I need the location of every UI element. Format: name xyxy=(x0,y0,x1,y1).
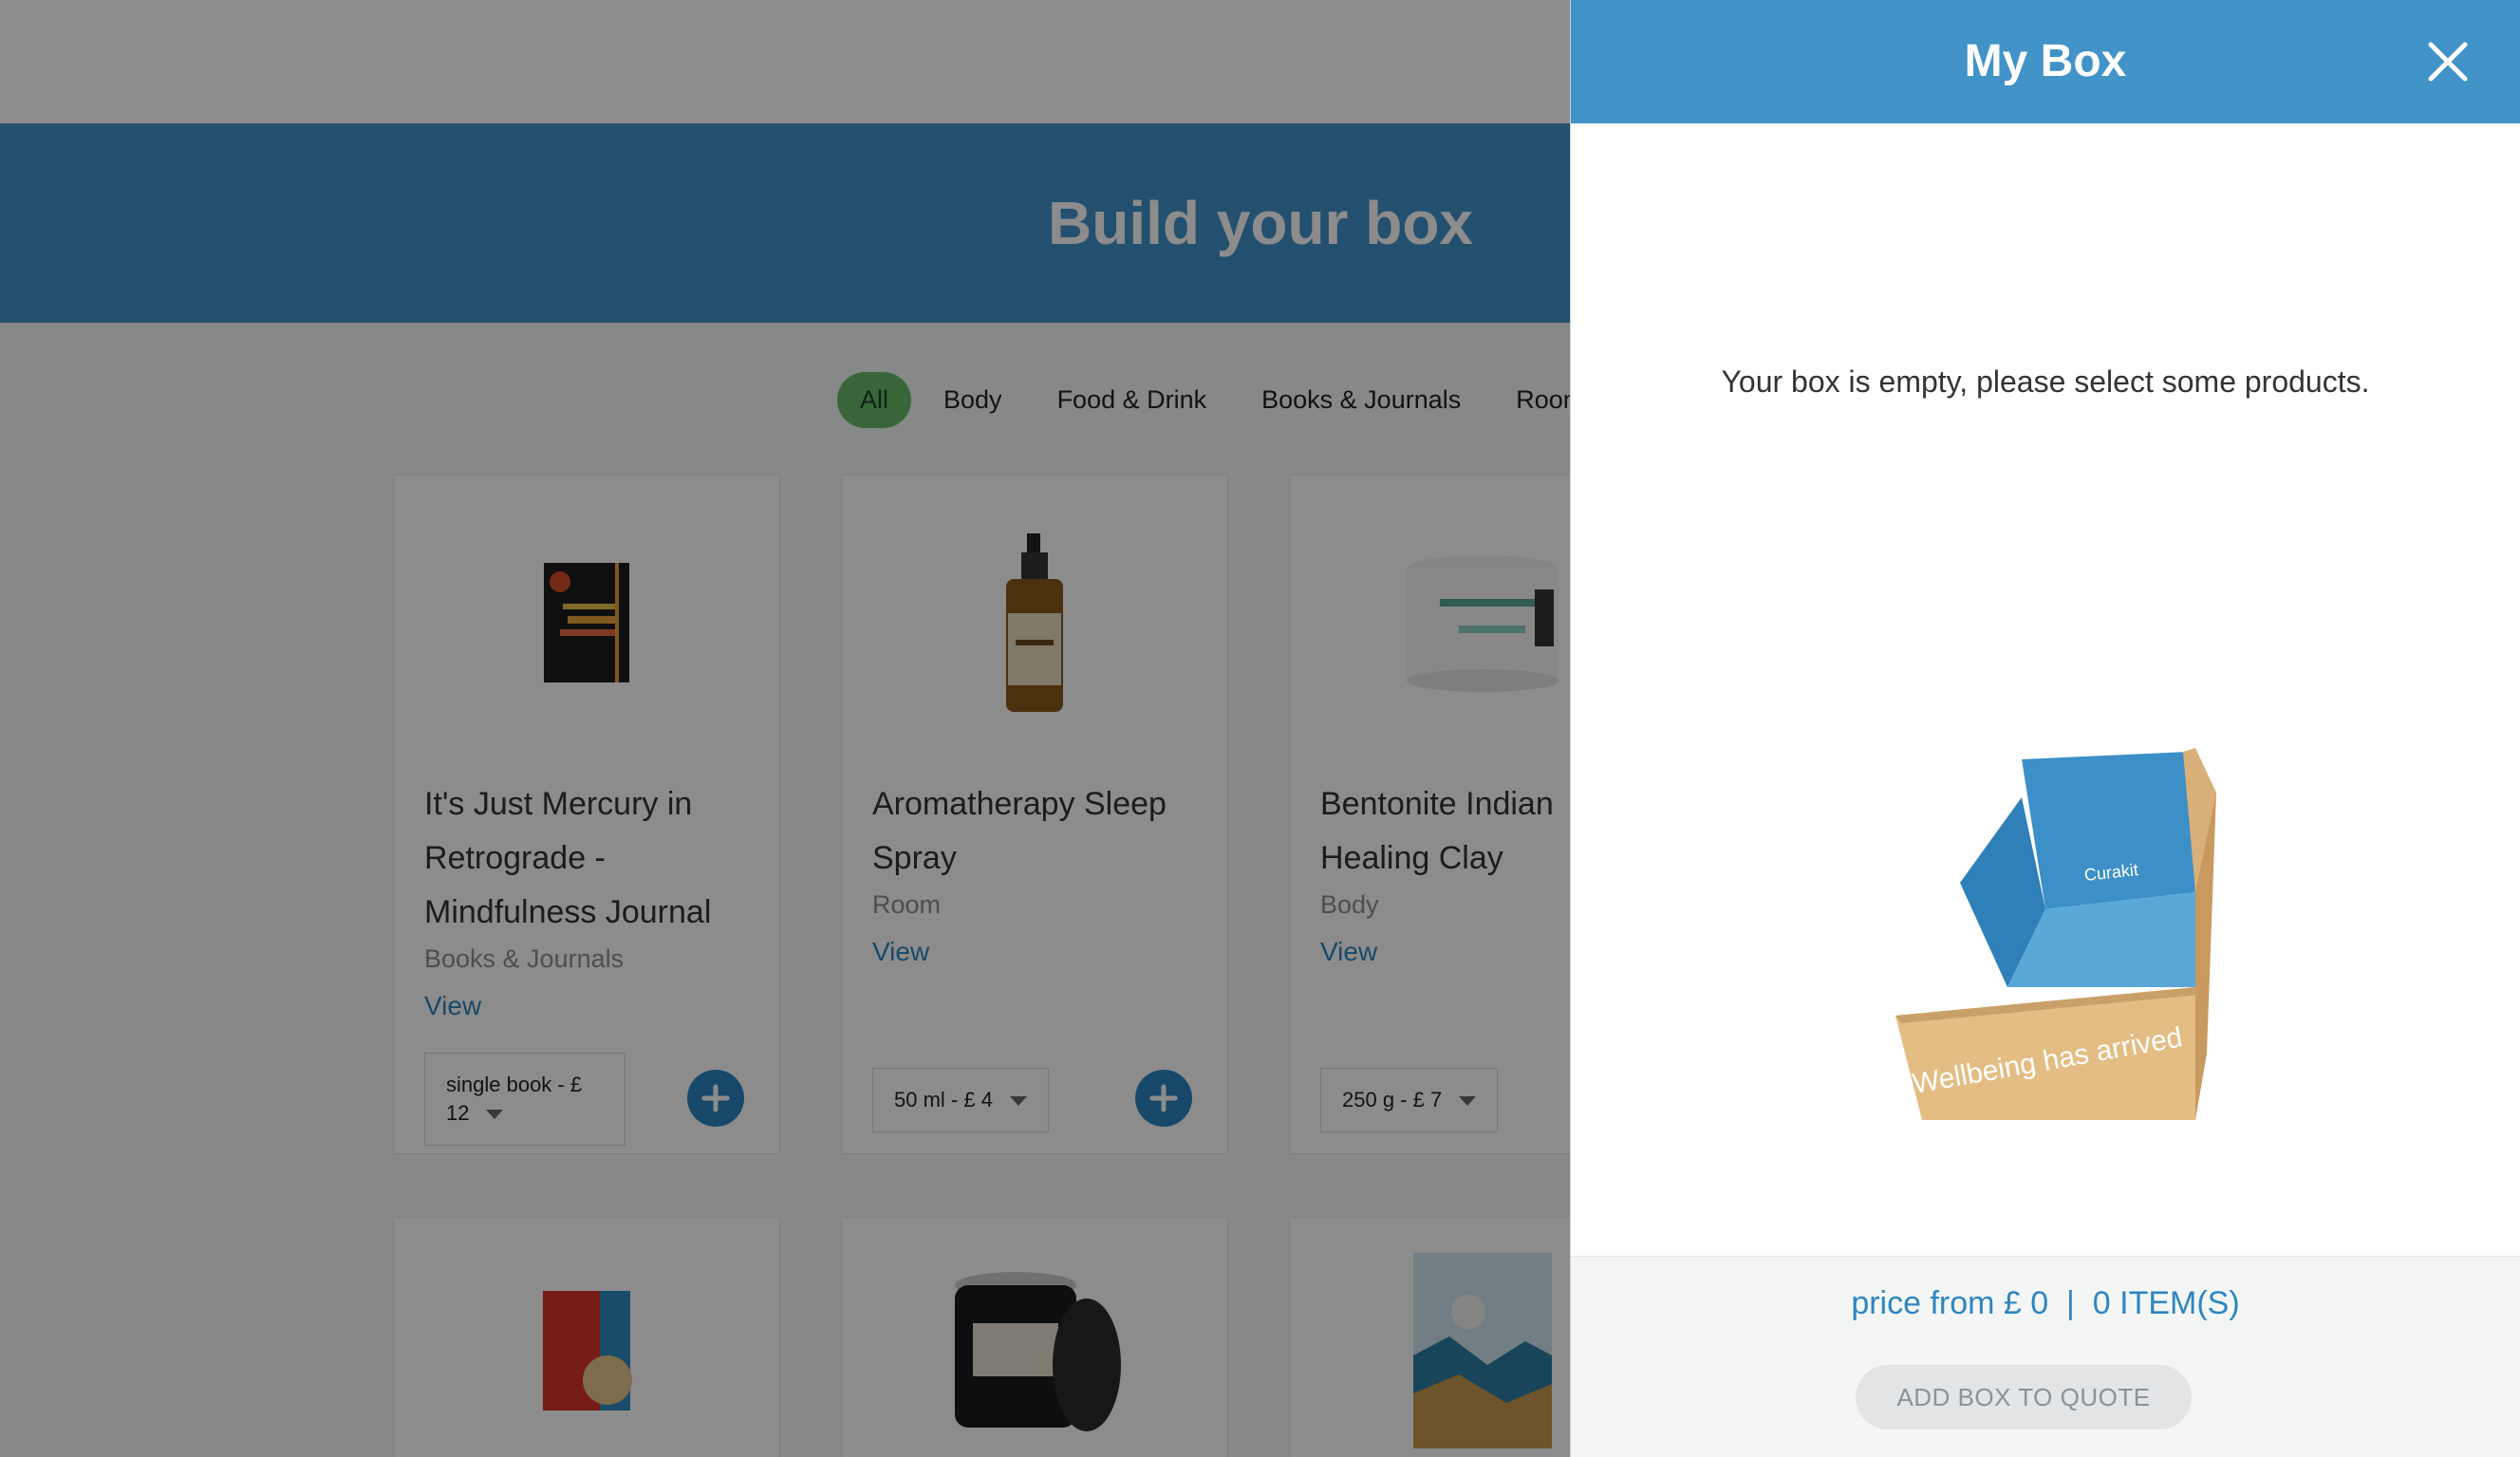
modal-backdrop[interactable] xyxy=(0,0,1570,1457)
my-box-drawer: My Box Your box is empty, please select … xyxy=(1570,0,2520,1457)
add-box-to-quote-button[interactable]: ADD BOX TO QUOTE xyxy=(1856,1365,2192,1429)
box-summary: price from £ 0 | 0 ITEM(S) xyxy=(1851,1285,2240,1321)
drawer-footer: price from £ 0 | 0 ITEM(S) ADD BOX TO QU… xyxy=(1571,1256,2520,1457)
empty-box-message: Your box is empty, please select some pr… xyxy=(1721,364,2370,399)
close-icon xyxy=(2428,42,2468,82)
open-box-image: Curakit Wellbeing has arrived xyxy=(1895,748,2216,1120)
drawer-header: My Box xyxy=(1571,0,2520,123)
drawer-title: My Box xyxy=(1964,36,2127,86)
close-button[interactable] xyxy=(2425,39,2471,84)
empty-box-illustration: Curakit Wellbeing has arrived xyxy=(1894,740,2216,1139)
